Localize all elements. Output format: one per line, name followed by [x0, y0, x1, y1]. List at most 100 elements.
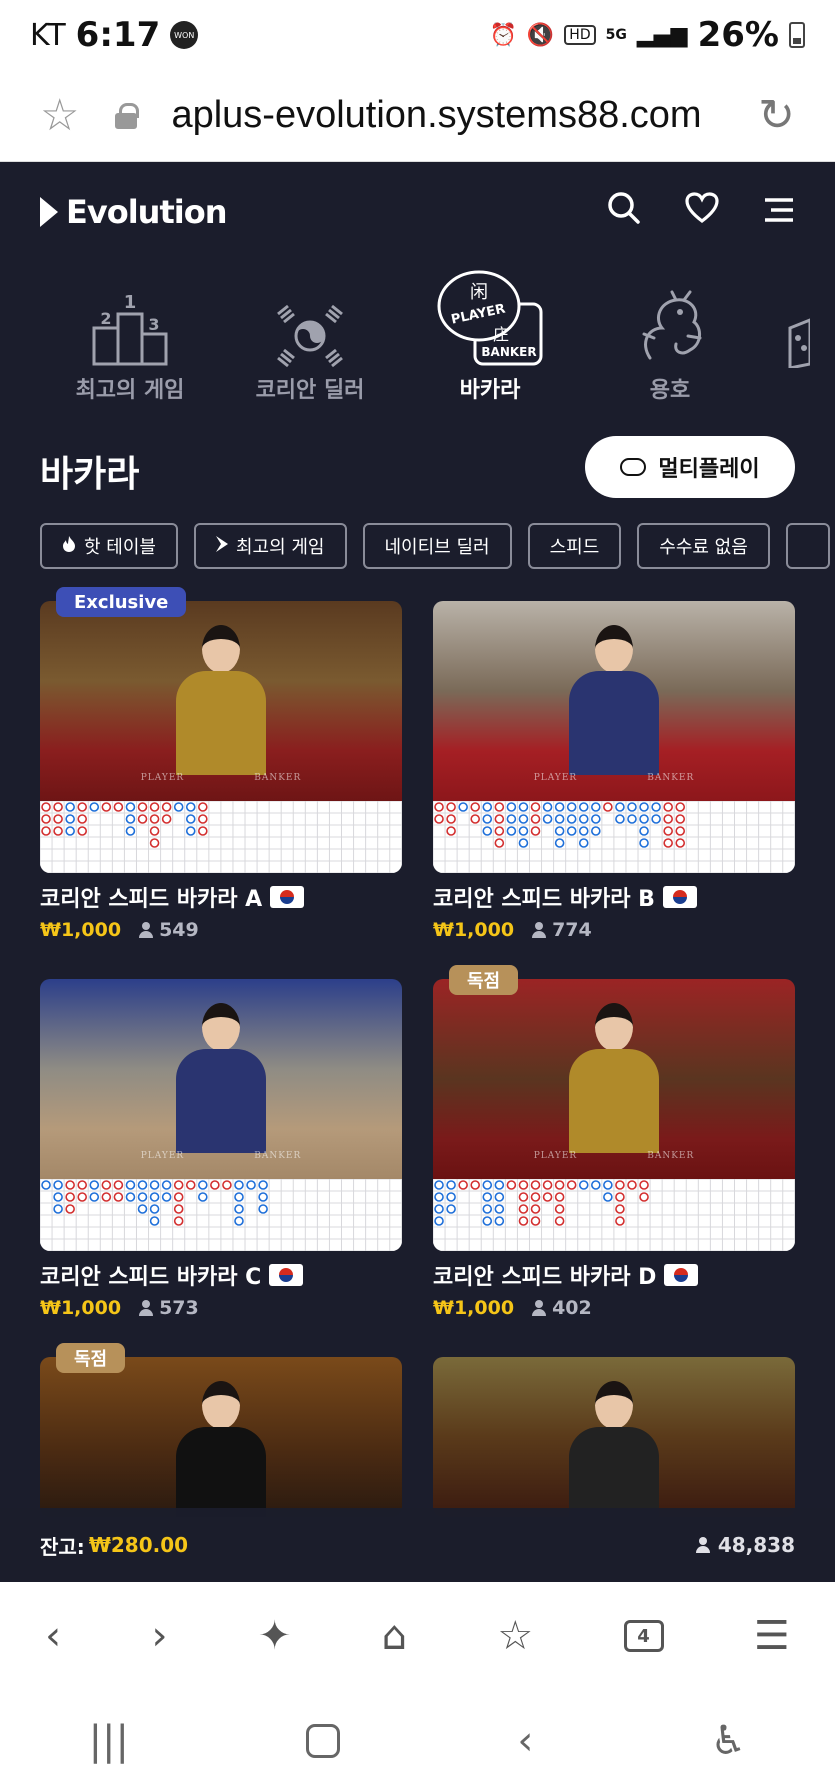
category-label: 용호 — [649, 378, 691, 403]
sparkle-icon[interactable]: ✦ — [258, 1613, 292, 1659]
filter-top-games[interactable]: 최고의 게임 — [193, 523, 347, 569]
bead-mark — [482, 1192, 493, 1202]
bead-mark — [434, 1204, 444, 1214]
bead-mark — [446, 1192, 456, 1202]
bead-mark — [554, 814, 565, 824]
recent-apps-icon[interactable]: ||| — [89, 1718, 129, 1764]
bead-mark — [578, 814, 589, 824]
android-home-icon[interactable] — [306, 1723, 341, 1758]
player-count: 549 — [139, 919, 199, 941]
bead-mark — [639, 826, 649, 836]
5g-icon: 5G — [605, 27, 627, 43]
bead-mark — [591, 814, 601, 824]
game-name: 코리안 스피드 바카라 B — [433, 887, 655, 912]
app-header: Evolution — [0, 162, 835, 262]
lock-icon[interactable] — [115, 102, 140, 129]
category-dragon-tiger[interactable]: 용호 — [580, 262, 760, 422]
game-card[interactable]: 독점 — [40, 1343, 402, 1517]
game-card[interactable]: PLAYER BANKER 코리안 스피드 바카라 B ₩1,000 774 — [433, 601, 795, 941]
category-korean-dealer[interactable]: 코리안 딜러 — [220, 262, 400, 422]
category-label: 바카라 — [459, 378, 521, 403]
bead-mark — [198, 814, 208, 824]
menu-icon[interactable] — [763, 192, 795, 232]
live-video — [433, 1357, 795, 1517]
bead-mark — [185, 802, 196, 812]
game-thumbnail[interactable]: PLAYER BANKER — [40, 601, 402, 873]
accessibility-icon[interactable]: ♿︎ — [711, 1718, 747, 1764]
tabs-button[interactable]: 4 — [623, 1620, 664, 1652]
bead-mark — [234, 1216, 244, 1226]
filter-no-commission[interactable]: 수수료 없음 — [637, 523, 770, 569]
bookmarks-icon[interactable]: ☆ — [497, 1613, 533, 1659]
filter-speed[interactable]: 스피드 — [527, 523, 622, 569]
bead-mark — [627, 814, 637, 824]
browser-menu-icon[interactable]: ☰ — [754, 1613, 790, 1659]
category-baccarat[interactable]: 闲 PLAYER 庄 BANKER 바카라 — [400, 262, 580, 422]
bead-mark — [161, 1192, 172, 1202]
forward-icon[interactable]: › — [151, 1613, 167, 1659]
game-thumbnail[interactable] — [40, 1357, 402, 1517]
game-card[interactable] — [433, 1357, 795, 1517]
bead-mark — [77, 1180, 88, 1190]
game-card[interactable]: 독점 PLAYER BANKER 코리안 스피드 바카라 D ₩1,000 402 — [433, 965, 795, 1319]
bead-mark — [65, 826, 75, 836]
game-thumbnail[interactable]: PLAYER BANKER — [433, 601, 795, 873]
chip-label: 스피드 — [549, 537, 600, 558]
bead-mark — [458, 802, 468, 812]
bookmark-star-icon[interactable]: ☆ — [40, 90, 79, 141]
heart-icon[interactable] — [685, 191, 719, 233]
game-card[interactable]: Exclusive PLAYER BANKER 코리안 스피드 바카라 A ₩1,… — [40, 587, 402, 941]
bead-mark — [41, 1180, 51, 1190]
bead-mark — [518, 1192, 529, 1202]
bead-mark — [470, 814, 481, 824]
bead-mark — [506, 826, 517, 836]
bead-mark — [470, 1180, 481, 1190]
person-icon — [532, 922, 547, 938]
live-video: PLAYER BANKER — [40, 601, 402, 801]
bead-mark — [518, 838, 529, 848]
game-thumbnail[interactable] — [433, 1357, 795, 1517]
bead-mark — [101, 802, 112, 812]
min-bet: ₩1,000 — [40, 919, 122, 941]
bead-mark — [65, 1192, 75, 1202]
back-icon[interactable]: ‹ — [45, 1613, 61, 1659]
category-dice-partial[interactable] — [760, 262, 820, 422]
bead-mark — [198, 802, 208, 812]
dealer-image — [176, 625, 266, 775]
bead-mark — [246, 1180, 256, 1190]
bead-mark — [675, 814, 686, 824]
balance-label: 잔고: — [40, 1534, 85, 1559]
multiplay-icon — [620, 458, 647, 476]
home-icon[interactable]: ⌂ — [382, 1613, 407, 1659]
url-field[interactable]: aplus-evolution.systems88.com — [171, 94, 758, 137]
chip-label: 네이티브 딜러 — [384, 537, 490, 558]
table-labels: PLAYER BANKER — [533, 773, 695, 783]
bead-mark — [53, 802, 63, 812]
category-top-games[interactable]: 1 2 3 최고의 게임 — [40, 262, 220, 422]
bead-mark — [591, 802, 601, 812]
bead-mark — [615, 802, 625, 812]
filter-hot-tables[interactable]: 핫 테이블 — [40, 523, 178, 569]
game-thumbnail[interactable]: PLAYER BANKER — [40, 979, 402, 1251]
bead-mark — [185, 814, 196, 824]
game-thumbnail[interactable]: PLAYER BANKER — [433, 979, 795, 1251]
bead-mark — [615, 1204, 625, 1214]
bead-mark — [530, 1192, 541, 1202]
reload-icon[interactable]: ↻ — [758, 90, 795, 141]
game-card[interactable]: PLAYER BANKER 코리안 스피드 바카라 C ₩1,000 573 — [40, 979, 402, 1319]
filter-native-dealer[interactable]: 네이티브 딜러 — [362, 523, 512, 569]
search-icon[interactable] — [607, 191, 641, 234]
bead-mark — [482, 1216, 493, 1226]
bead-mark — [494, 826, 505, 836]
bead-mark — [113, 1192, 124, 1202]
bead-mark — [482, 814, 493, 824]
bead-mark — [566, 814, 577, 824]
evolution-logo[interactable]: Evolution — [40, 193, 227, 231]
bead-mark — [518, 814, 529, 824]
bead-mark — [639, 838, 649, 848]
filter-more-partial[interactable] — [785, 523, 830, 569]
multiplay-button[interactable]: 멀티플레이 — [585, 436, 795, 498]
bead-mark — [258, 1204, 268, 1214]
person-icon — [139, 1300, 154, 1316]
android-back-icon[interactable]: ‹ — [517, 1718, 533, 1764]
